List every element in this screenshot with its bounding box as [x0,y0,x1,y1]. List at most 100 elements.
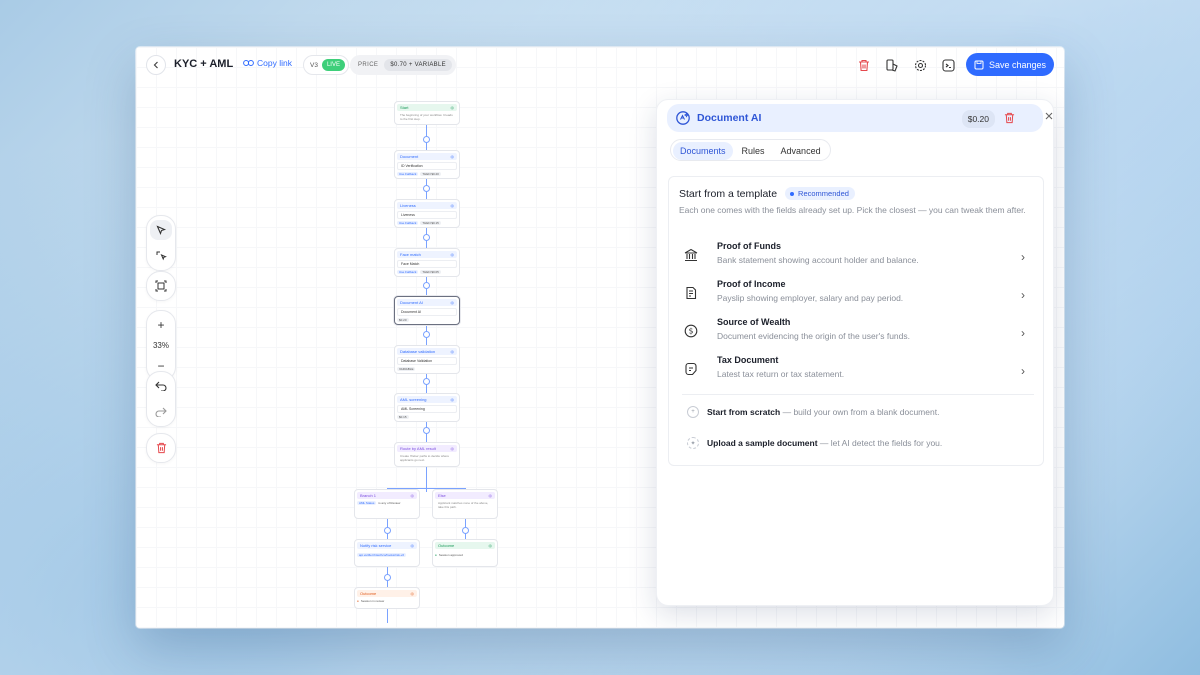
select-area-tool-button[interactable] [150,246,172,266]
back-button[interactable] [146,55,166,75]
chevron-right-icon: › [1021,364,1025,378]
flow-node-else[interactable]: Else ◎ Applicant matches none of the abov… [432,489,498,519]
version-selector[interactable]: V3 LIVE [303,55,349,75]
delete-group [146,433,176,463]
node-chip: AML Status [357,501,377,505]
tab-rules[interactable]: Rules [735,142,772,160]
node-title: Document AI [400,300,423,305]
flow-node-notify[interactable]: Notify risk service ◎ api.verifier.fintec… [354,539,420,567]
node-row: Liveness [397,211,457,219]
flow-node-outcome-approved[interactable]: Outcome ◎ ● Session approved [432,539,498,567]
node-title: Database validation [400,349,436,354]
svg-text:$: $ [689,327,694,336]
node-description: The beginning of your workflow. It leads… [400,113,453,121]
redo-button[interactable] [150,402,172,422]
node-chip: Use Fallback [397,172,419,176]
flow-node-liveness[interactable]: Liveness ◎ Liveness Use Fallback THEN $0.1… [394,199,460,228]
delete-node-button[interactable] [1004,111,1015,129]
node-chip: Use Fallback [397,221,419,225]
close-icon [1045,112,1053,120]
option-title: Upload a sample document [707,438,818,448]
node-title: Liveness [400,203,416,208]
add-step-handle[interactable] [423,331,430,338]
flow-node-route[interactable]: Route by AML result ◎ Create 'if/else' pa… [394,442,460,467]
flow-node-start[interactable]: Start ◎ The beginning of your workflow. I… [394,101,460,125]
template-name: Proof of Income [717,279,786,289]
add-step-handle[interactable] [423,282,430,289]
flow-node-document[interactable]: Document ◎ ID Verification Use Fallback TH… [394,150,460,179]
history-controls [146,371,176,427]
flow-node-outcome-review[interactable]: Outcome ◎ ● Session in review [354,587,420,609]
version-label: V3 [310,61,318,69]
tab-documents[interactable]: Documents [673,142,733,160]
documents-icon [885,58,898,72]
template-proof-of-income[interactable]: Proof of Income Payslip showing employer… [681,279,1033,311]
flow-node-database-validation[interactable]: Database validation ◎ Database Validation… [394,345,460,374]
node-chip: THEN $0.15 [420,221,441,225]
add-step-handle[interactable] [384,574,391,581]
node-description: Applicant matches none of the above, tak… [438,501,489,509]
template-desc: Bank statement showing account holder an… [717,255,919,265]
add-step-handle[interactable] [423,185,430,192]
bank-icon [681,245,701,265]
recommended-badge: Recommended [785,187,855,200]
node-chip: Use Fallback [397,270,419,274]
badge-label: Recommended [798,189,849,198]
terminal-icon [941,58,955,72]
close-panel-button[interactable] [1045,111,1053,123]
tab-advanced[interactable]: Advanced [774,142,828,160]
document-ai-icon [676,111,690,125]
fit-view-icon [155,280,167,292]
pointer-tool-button[interactable] [150,220,172,240]
node-title: Start [400,105,409,110]
receipt-icon [681,283,701,303]
copy-link-label: Copy link [257,58,292,68]
price-label: PRICE [358,62,379,68]
node-chip: Session approved [438,553,463,557]
upload-sample-option[interactable]: ✦ Upload a sample document — let AI dete… [687,437,942,449]
select-area-icon [156,251,167,260]
code-button[interactable] [940,57,956,73]
node-row: Database Validation [397,357,457,365]
divider [682,394,1034,395]
gear-icon [914,59,926,71]
node-chip: $0.15 [397,415,409,419]
option-title: Start from scratch [707,407,781,417]
flow-node-document-ai[interactable]: Document AI ◎ Document AI $0.20 [394,296,460,325]
copy-link-button[interactable]: Copy link [243,58,292,68]
add-step-handle[interactable] [423,427,430,434]
selection-tools [146,215,176,271]
fit-view-button[interactable] [150,276,172,296]
template-desc: Payslip showing employer, salary and pay… [717,293,904,303]
zoom-in-button[interactable]: + [150,315,172,335]
save-label: Save changes [988,59,1047,70]
undo-icon [155,381,167,391]
flow-node-branch[interactable]: Branch 1 ◎ AML Status is any of Review [354,489,420,519]
add-step-handle[interactable] [384,527,391,534]
settings-button[interactable] [912,57,928,73]
node-chip: api.verifier.fintechco/hooks/risk-v2 [357,553,407,557]
add-step-handle[interactable] [423,136,430,143]
cursor-icon [155,224,166,235]
node-price-badge: $0.20 [961,110,995,128]
flow-node-aml-screening[interactable]: AML screening ◎ AML Screening $0.15 [394,393,460,422]
add-step-handle[interactable] [462,527,469,534]
delete-node-button[interactable] [150,438,172,458]
template-desc: Document evidencing the origin of the us… [717,331,910,341]
add-step-handle[interactable] [423,378,430,385]
node-title: Else [438,493,446,498]
start-from-scratch-option[interactable]: + Start from scratch — build your own fr… [687,406,939,418]
node-title: Outcome [360,591,377,596]
option-desc: — build your own from a blank document. [780,407,940,417]
undo-button[interactable] [150,376,172,396]
template-tax-document[interactable]: Tax Document Latest tax return or tax st… [681,355,1033,387]
add-step-handle[interactable] [423,234,430,241]
delete-workflow-button[interactable] [856,57,872,73]
flow-node-face-match[interactable]: Face match ◎ Face Match Use Fallback THEN … [394,248,460,277]
template-source-of-wealth[interactable]: $ Source of Wealth Document evidencing t… [681,317,1033,349]
node-chip: Session in review [360,599,385,603]
documents-button[interactable] [884,57,900,73]
app-window: KYC + AML Copy link V3 LIVE PRICE $0.70 … [136,47,1064,628]
save-changes-button[interactable]: Save changes [966,53,1054,76]
template-proof-of-funds[interactable]: Proof of Funds Bank statement showing ac… [681,241,1033,273]
